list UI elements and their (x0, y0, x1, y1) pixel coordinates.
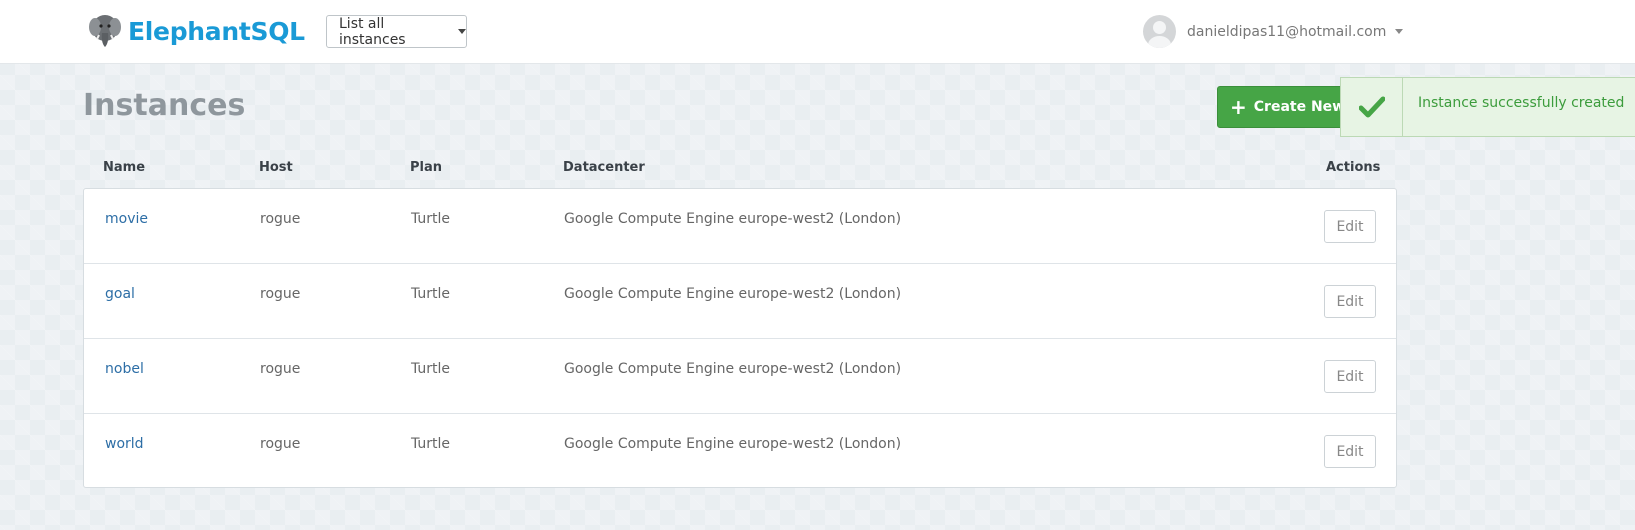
column-header-plan: Plan (410, 160, 443, 175)
edit-button[interactable]: Edit (1324, 360, 1376, 393)
instance-plan: Turtle (411, 211, 451, 227)
instance-plan: Turtle (411, 436, 451, 452)
instance-plan: Turtle (411, 361, 451, 377)
brand-name: ElephantSQL (128, 16, 305, 46)
instance-datacenter: Google Compute Engine europe-west2 (Lond… (564, 361, 902, 377)
user-email: danieldipas11@hotmail.com (1187, 23, 1387, 40)
instance-name-link[interactable]: world (105, 436, 144, 452)
edit-button[interactable]: Edit (1324, 285, 1376, 318)
table-row: world rogue Turtle Google Compute Engine… (84, 414, 1396, 489)
instance-host: rogue (260, 361, 301, 377)
instance-datacenter: Google Compute Engine europe-west2 (Lond… (564, 211, 902, 227)
instance-name-link[interactable]: movie (105, 211, 148, 227)
toast-message: Instance successfully created (1418, 95, 1625, 111)
instance-host: rogue (260, 286, 301, 302)
avatar (1143, 15, 1176, 48)
column-header-host: Host (259, 160, 293, 175)
column-header-name: Name (103, 160, 146, 175)
checkmark-icon (1341, 78, 1403, 136)
table-row: nobel rogue Turtle Google Compute Engine… (84, 339, 1396, 414)
edit-button[interactable]: Edit (1324, 210, 1376, 243)
instance-plan: Turtle (411, 286, 451, 302)
page-title: Instances (83, 88, 246, 123)
plus-icon: + (1230, 95, 1247, 119)
instance-name-link[interactable]: nobel (105, 361, 144, 377)
instance-datacenter: Google Compute Engine europe-west2 (Lond… (564, 436, 902, 452)
create-new-instance-button[interactable]: + Create New Instance (1217, 86, 1357, 128)
instances-table: movie rogue Turtle Google Compute Engine… (83, 188, 1397, 488)
brand-link[interactable]: ElephantSQL (88, 13, 305, 49)
caret-down-icon (458, 29, 466, 34)
caret-down-icon (1395, 29, 1404, 34)
edit-button[interactable]: Edit (1324, 435, 1376, 468)
instance-select-dropdown[interactable]: List all instances (326, 15, 467, 48)
instance-host: rogue (260, 211, 301, 227)
instance-datacenter: Google Compute Engine europe-west2 (Lond… (564, 286, 902, 302)
column-header-actions: Actions (1326, 160, 1381, 175)
instance-host: rogue (260, 436, 301, 452)
elephant-logo-icon (88, 13, 122, 49)
table-header: Name Host Plan Datacenter Actions (0, 160, 1400, 176)
success-toast[interactable]: Instance successfully created (1340, 77, 1635, 137)
user-menu[interactable]: danieldipas11@hotmail.com (1143, 15, 1404, 48)
instance-name-link[interactable]: goal (105, 286, 135, 302)
top-navbar: ElephantSQL List all instances danieldip… (0, 0, 1635, 64)
instance-select-label: List all instances (339, 15, 406, 48)
table-row: movie rogue Turtle Google Compute Engine… (84, 189, 1396, 264)
column-header-datacenter: Datacenter (563, 160, 645, 175)
table-row: goal rogue Turtle Google Compute Engine … (84, 264, 1396, 339)
